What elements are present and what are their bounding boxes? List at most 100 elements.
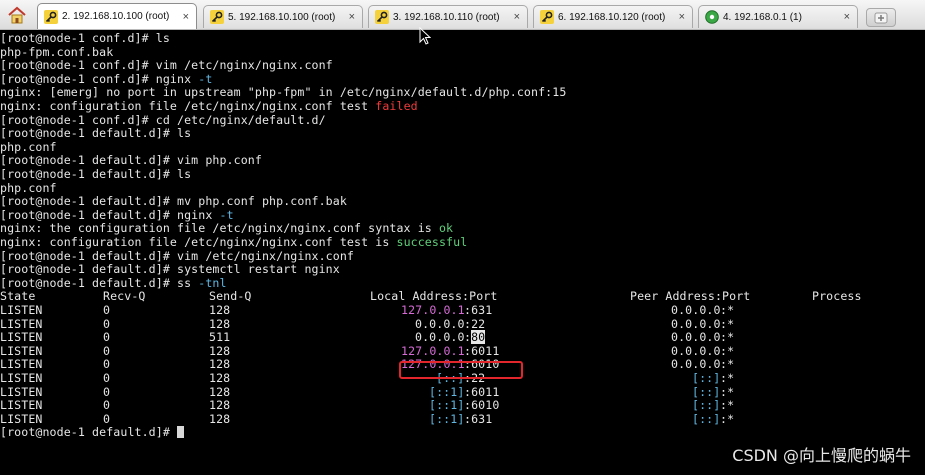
terminal-line: [root@node-1 conf.d]# cd /etc/nginx/defa… [0,112,326,127]
tab-label: 4. 192.168.0.1 (1) [723,11,802,23]
tab-label: 6. 192.168.10.120 (root) [558,11,666,23]
ss-peer-port: * [727,330,735,345]
table-row: LISTEN 0 128 [::1]:631 [::]:* [0,411,735,426]
ss-local-port: 22 [471,316,486,331]
ss-peer-port: * [727,411,735,426]
highlight-box [399,361,523,379]
ss-peer-addr: 0.0.0.0 [671,357,721,372]
key-icon [44,9,58,24]
tab-1[interactable]: 2. 192.168.10.100 (root) × [37,3,197,29]
terminal-line: nginx: [emerg] no port in upstream "php-… [0,85,567,100]
close-icon[interactable]: × [183,11,189,23]
key-icon [210,10,224,24]
table-row: LISTEN 0 511 0.0.0.0:80 0.0.0.0:* [0,330,735,345]
ss-sendq: 128 [209,371,231,385]
ss-local-addr: 0.0.0.0 [415,330,465,345]
prompt-text: [root@node-1 default.d]# [0,425,178,440]
ss-local-port: 6010 [471,398,500,413]
tab-5[interactable]: 4. 192.168.0.1 (1) × [698,5,858,28]
ss-header-recvq: Recv-Q [103,289,146,304]
ss-peer-port: * [727,343,735,358]
table-row: LISTEN 0 128 127.0.0.1:6011 0.0.0.0:* [0,343,735,358]
ss-peer-port: * [727,371,735,385]
ss-sendq: 511 [209,330,231,345]
ss-header-process: Process [812,289,862,304]
ss-recvq: 0 [103,398,111,413]
ss-peer-port: * [727,357,735,372]
ss-header-peer: Peer Address:Port [630,289,751,304]
ss-recvq: 0 [103,411,111,426]
terminal-line: php.conf [0,139,57,154]
ss-peer-port: * [727,398,735,413]
ss-local-addr: 127.0.0.1 [401,303,465,317]
ss-peer-addr: 0.0.0.0 [671,303,721,317]
ss-state: LISTEN [0,357,43,372]
ss-state: LISTEN [0,398,43,413]
close-icon[interactable]: × [349,11,355,23]
ss-local-port: 631 [471,411,493,426]
ss-sendq: 128 [209,384,231,399]
ss-state: LISTEN [0,343,43,358]
terminal-line: [root@node-1 default.d]# nginx -t [0,207,234,222]
terminal-line: [root@node-1 conf.d]# vim /etc/nginx/ngi… [0,58,333,73]
tab-label: 5. 192.168.10.100 (root) [228,11,336,23]
home-button[interactable] [6,5,28,25]
ss-sendq: 128 [209,303,231,317]
ss-recvq: 0 [103,384,111,399]
ss-local-port: 6011 [471,384,500,399]
ss-recvq: 0 [103,371,111,385]
ss-peer-port: * [727,384,735,399]
close-icon[interactable]: × [844,11,850,23]
tab-3[interactable]: 3. 192.168.10.110 (root) × [368,5,528,28]
plus-icon [874,12,888,23]
ss-peer-port: * [727,316,735,331]
ss-peer-addr: [::] [692,411,721,426]
ss-sendq: 128 [209,357,231,372]
table-row: LISTEN 0 128 [::1]:6011 [::]:* [0,384,735,399]
terminal-line: [root@node-1 default.d]# ss -tnl [0,275,227,290]
table-row: LISTEN 0 128 [::1]:6010 [::]:* [0,398,735,413]
ss-peer-addr: [::] [692,371,721,385]
terminal-output[interactable]: [root@node-1 conf.d]# ls php-fpm.conf.bak… [0,31,925,475]
close-icon[interactable]: × [679,11,685,23]
watermark: CSDN @向上慢爬的蜗牛 [732,446,911,465]
key-icon [540,10,554,24]
close-icon[interactable]: × [514,11,520,23]
tab-2[interactable]: 5. 192.168.10.100 (root) × [203,5,363,28]
ss-recvq: 0 [103,303,111,317]
home-icon [8,6,26,24]
ss-peer-addr: [::] [692,398,721,413]
globe-icon [705,10,719,24]
mouse-cursor-icon [419,27,431,45]
terminal-line: [root@node-1 default.d]# mv php.conf php… [0,194,347,209]
terminal-line: php-fpm.conf.bak [0,44,114,59]
terminal-line: nginx: the configuration file /etc/nginx… [0,221,454,236]
terminal-line: [root@node-1 default.d]# systemctl resta… [0,262,340,277]
ss-peer-addr: 0.0.0.0 [671,316,721,331]
terminal-line: nginx: configuration file /etc/nginx/ngi… [0,235,468,249]
ss-state: LISTEN [0,316,43,331]
ss-peer-port: * [727,303,735,317]
ss-header-sendq: Send-Q [209,289,252,304]
ss-peer-addr: 0.0.0.0 [671,330,721,345]
terminal-line: [root@node-1 default.d]# ls [0,167,192,181]
ss-recvq: 0 [103,316,111,331]
tab-4[interactable]: 6. 192.168.10.120 (root) × [533,5,693,28]
table-row: LISTEN 0 128 127.0.0.1:631 0.0.0.0:* [0,303,735,317]
tab-label: 2. 192.168.10.100 (root) [62,11,170,22]
text-cursor [177,426,185,439]
ss-sendq: 128 [209,316,231,331]
ss-header: State Recv-Q Send-Q Local Address:Port Peer … [0,290,925,304]
ss-state: LISTEN [0,330,43,345]
ss-sendq: 128 [209,411,231,426]
ss-recvq: 0 [103,357,111,372]
ss-local-addr: 127.0.0.1 [401,343,465,358]
terminal-line: [root@node-1 conf.d]# ls [0,31,170,45]
ss-recvq: 0 [103,330,111,345]
tab-label: 3. 192.168.10.110 (root) [393,11,500,23]
ss-peer-addr: 0.0.0.0 [671,343,721,358]
ss-local-addr: [::1] [429,398,465,413]
new-tab-button[interactable] [866,8,896,27]
command-prompt[interactable]: [root@node-1 default.d]# [0,425,185,440]
tab-bar: 2. 192.168.10.100 (root) × 5. 192.168.10.1… [0,0,925,30]
